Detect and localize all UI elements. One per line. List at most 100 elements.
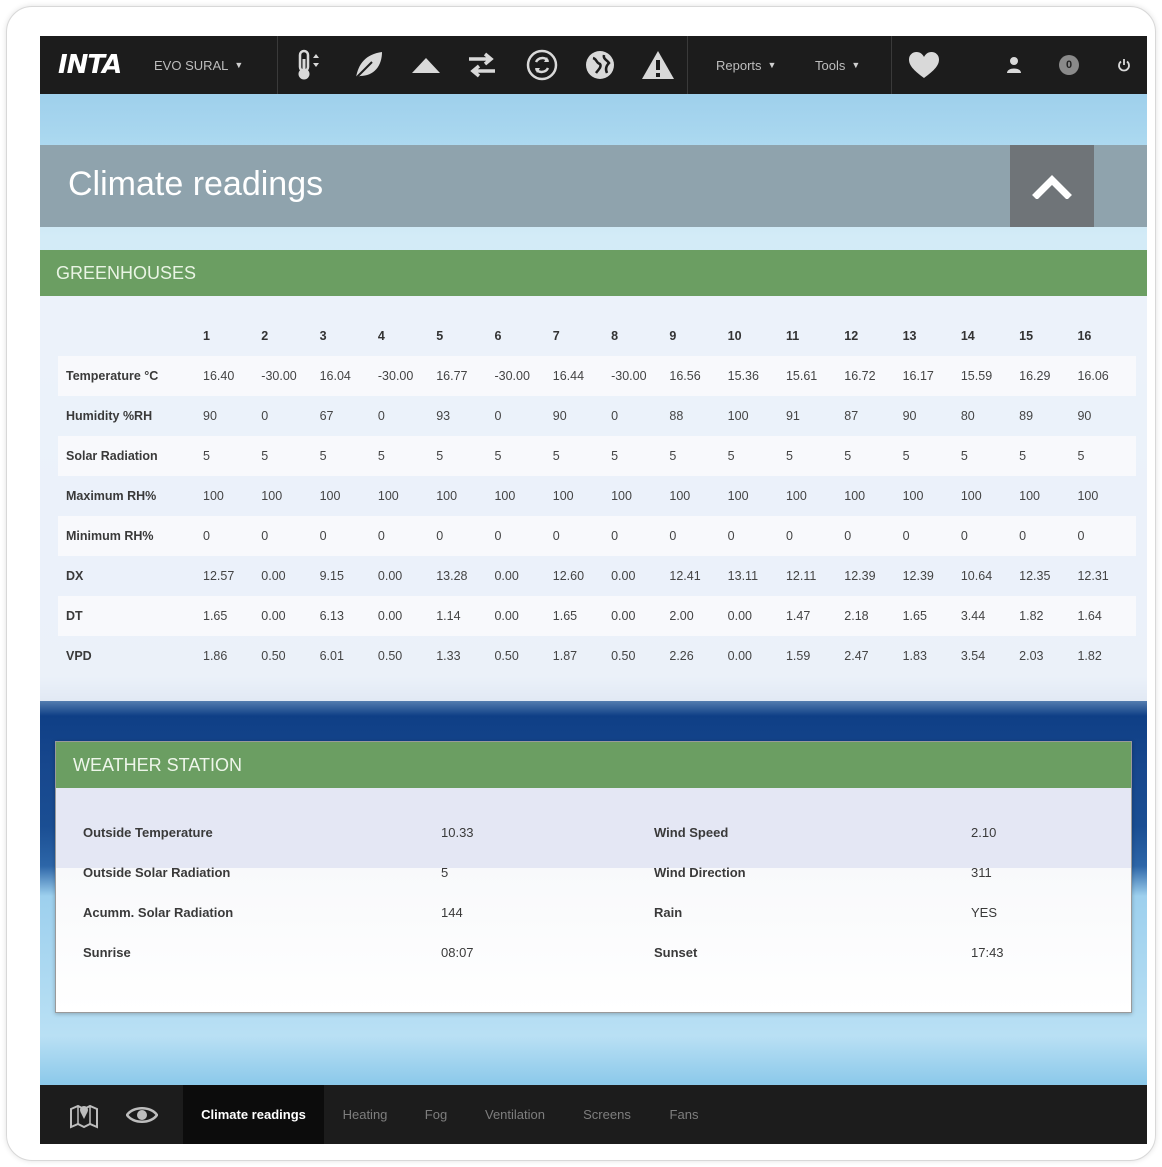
table-cell: 0.00	[494, 569, 519, 583]
thermometer-icon[interactable]	[285, 36, 329, 94]
table-cell: 16.77	[436, 356, 495, 396]
table-cell: 5	[902, 436, 961, 476]
tab-heating[interactable]: Heating	[334, 1085, 396, 1144]
table-cell: 6.13	[319, 596, 378, 636]
column-header-greenhouse: 15	[1019, 329, 1034, 343]
table-cell: 0	[552, 516, 612, 556]
table-row: Solar Radiation 5 5 5 5 5 5 5 5 5 5 5 5 5 5 5 5	[58, 436, 1136, 476]
greenhouses-table: 1 2 3 4 5 6 7 8 9 10 11 12 13 14 15 16 Temperature °C 16…	[58, 316, 1136, 676]
table-cell: 5	[1077, 436, 1136, 476]
table-cell: 0	[844, 516, 903, 556]
weather-station-panel: WEATHER STATION Outside Temperature 10.3…	[55, 741, 1132, 1013]
table-row: Humidity %RH 90 0 67 0 93 0 90 0 88 100 91 87 90 80 89 9…	[58, 396, 1136, 436]
table-cell: 5	[319, 436, 378, 476]
logo[interactable]: INTA	[58, 36, 122, 94]
table-cell: 12.11	[785, 569, 817, 583]
table-cell: 12.35	[1019, 569, 1051, 583]
chevron-up-icon	[1032, 175, 1072, 199]
greenhouses-panel: 1 2 3 4 5 6 7 8 9 10 11 12 13 14 15 16 Temperature °C 16…	[40, 296, 1147, 701]
table-cell: 1.47	[785, 596, 845, 636]
table-cell: 0	[494, 409, 502, 423]
site-selector[interactable]: EVO SURAL ▼	[154, 36, 243, 94]
tools-menu[interactable]: Tools ▼	[815, 36, 860, 94]
app-window: INTA EVO SURAL ▼ Reports ▼ Tools ▼ 0 Cli…	[40, 36, 1147, 1144]
weather-value: 2.10	[971, 825, 997, 840]
warning-icon[interactable]	[636, 36, 680, 94]
table-cell: 1.65	[203, 596, 262, 636]
map-icon[interactable]	[62, 1085, 106, 1144]
refresh-icon[interactable]	[520, 36, 564, 94]
table-cell: 5	[436, 436, 495, 476]
table-cell: 0.00	[611, 596, 670, 636]
eye-icon[interactable]	[120, 1085, 164, 1144]
table-row: Minimum RH% 0 0 0 0 0 0 0 0 0 0 0 0 0 0 0 0	[58, 516, 1136, 556]
column-header-greenhouse: 3	[319, 329, 327, 343]
page-title-bar: Climate readings	[40, 145, 1147, 227]
weather-row: Outside Solar Radiation 5 Wind Direction…	[56, 852, 1131, 892]
table-cell: -30.00	[611, 356, 670, 396]
tab-climate-readings[interactable]: Climate readings	[183, 1085, 324, 1144]
table-cell: 16.06	[1077, 356, 1136, 396]
collapse-button[interactable]	[1010, 145, 1094, 227]
tab-fog[interactable]: Fog	[412, 1085, 460, 1144]
notifications-badge[interactable]: 0	[1059, 36, 1079, 94]
table-cell: 1.65	[552, 596, 612, 636]
reports-menu[interactable]: Reports ▼	[716, 36, 776, 94]
table-cell: 3.44	[960, 596, 1020, 636]
table-cell: 100	[1019, 489, 1041, 503]
table-cell: 15.36	[727, 356, 786, 396]
table-cell: 9.15	[319, 569, 344, 583]
table-header-row: 1 2 3 4 5 6 7 8 9 10 11 12 13 14 15 16	[58, 316, 1136, 356]
weather-station-header: WEATHER STATION	[56, 742, 1131, 788]
tab-ventilation[interactable]: Ventilation	[474, 1085, 556, 1144]
column-header-greenhouse: 6	[494, 329, 502, 343]
table-cell: 5	[611, 436, 670, 476]
table-cell: 0.00	[261, 569, 286, 583]
table-cell: 100	[261, 489, 283, 503]
power-icon[interactable]	[1113, 36, 1135, 94]
tab-screens[interactable]: Screens	[574, 1085, 640, 1144]
table-cell: 90	[203, 409, 217, 423]
user-icon[interactable]	[1002, 36, 1026, 94]
table-cell: 100	[552, 489, 574, 503]
table-cell: 90	[552, 409, 567, 423]
table-cell: -30.00	[377, 356, 437, 396]
table-cell: 0	[261, 409, 269, 423]
tab-fans[interactable]: Fans	[658, 1085, 710, 1144]
table-cell: 16.44	[552, 356, 612, 396]
table-cell: 0.00	[261, 596, 320, 636]
weather-value: 144	[441, 905, 463, 920]
table-row: DT 1.65 0.00 6.13 0.00 1.14 0.00 1.65 0.00 2.00 0.…	[58, 596, 1136, 636]
row-label: Humidity %RH	[66, 409, 153, 423]
table-cell: 10.64	[960, 569, 993, 583]
table-cell: 1.65	[902, 596, 961, 636]
weather-label: Wind Speed	[654, 825, 729, 840]
table-corner-cell	[58, 316, 203, 356]
table-cell: 0.00	[727, 596, 786, 636]
weather-label: Outside Temperature	[83, 825, 213, 840]
table-cell: 5	[261, 436, 320, 476]
weather-label: Outside Solar Radiation	[83, 865, 231, 880]
table-cell: 2.47	[844, 649, 869, 663]
triangle-up-icon[interactable]	[404, 36, 448, 94]
globe-icon[interactable]	[578, 36, 622, 94]
table-cell: 100	[844, 489, 866, 503]
weather-label: Sunset	[654, 945, 698, 960]
table-cell: 100	[611, 489, 632, 503]
table-cell: 0.50	[261, 649, 286, 663]
table-cell: 5	[552, 436, 612, 476]
exchange-icon[interactable]	[460, 36, 504, 94]
table-cell: 16.29	[1019, 356, 1078, 396]
table-cell: 12.39	[902, 569, 934, 583]
column-header-greenhouse: 4	[377, 329, 385, 343]
table-cell: 100	[1077, 489, 1099, 503]
table-cell: 13.28	[436, 569, 468, 583]
table-cell: 0.00	[611, 569, 636, 583]
table-cell: 0.00	[377, 596, 437, 636]
weather-value: 10.33	[441, 825, 474, 840]
heart-icon[interactable]	[902, 36, 946, 94]
row-label: DX	[66, 569, 84, 583]
table-cell: 15.61	[785, 356, 845, 396]
column-header-greenhouse: 1	[203, 329, 210, 343]
leaf-icon[interactable]	[344, 36, 392, 94]
